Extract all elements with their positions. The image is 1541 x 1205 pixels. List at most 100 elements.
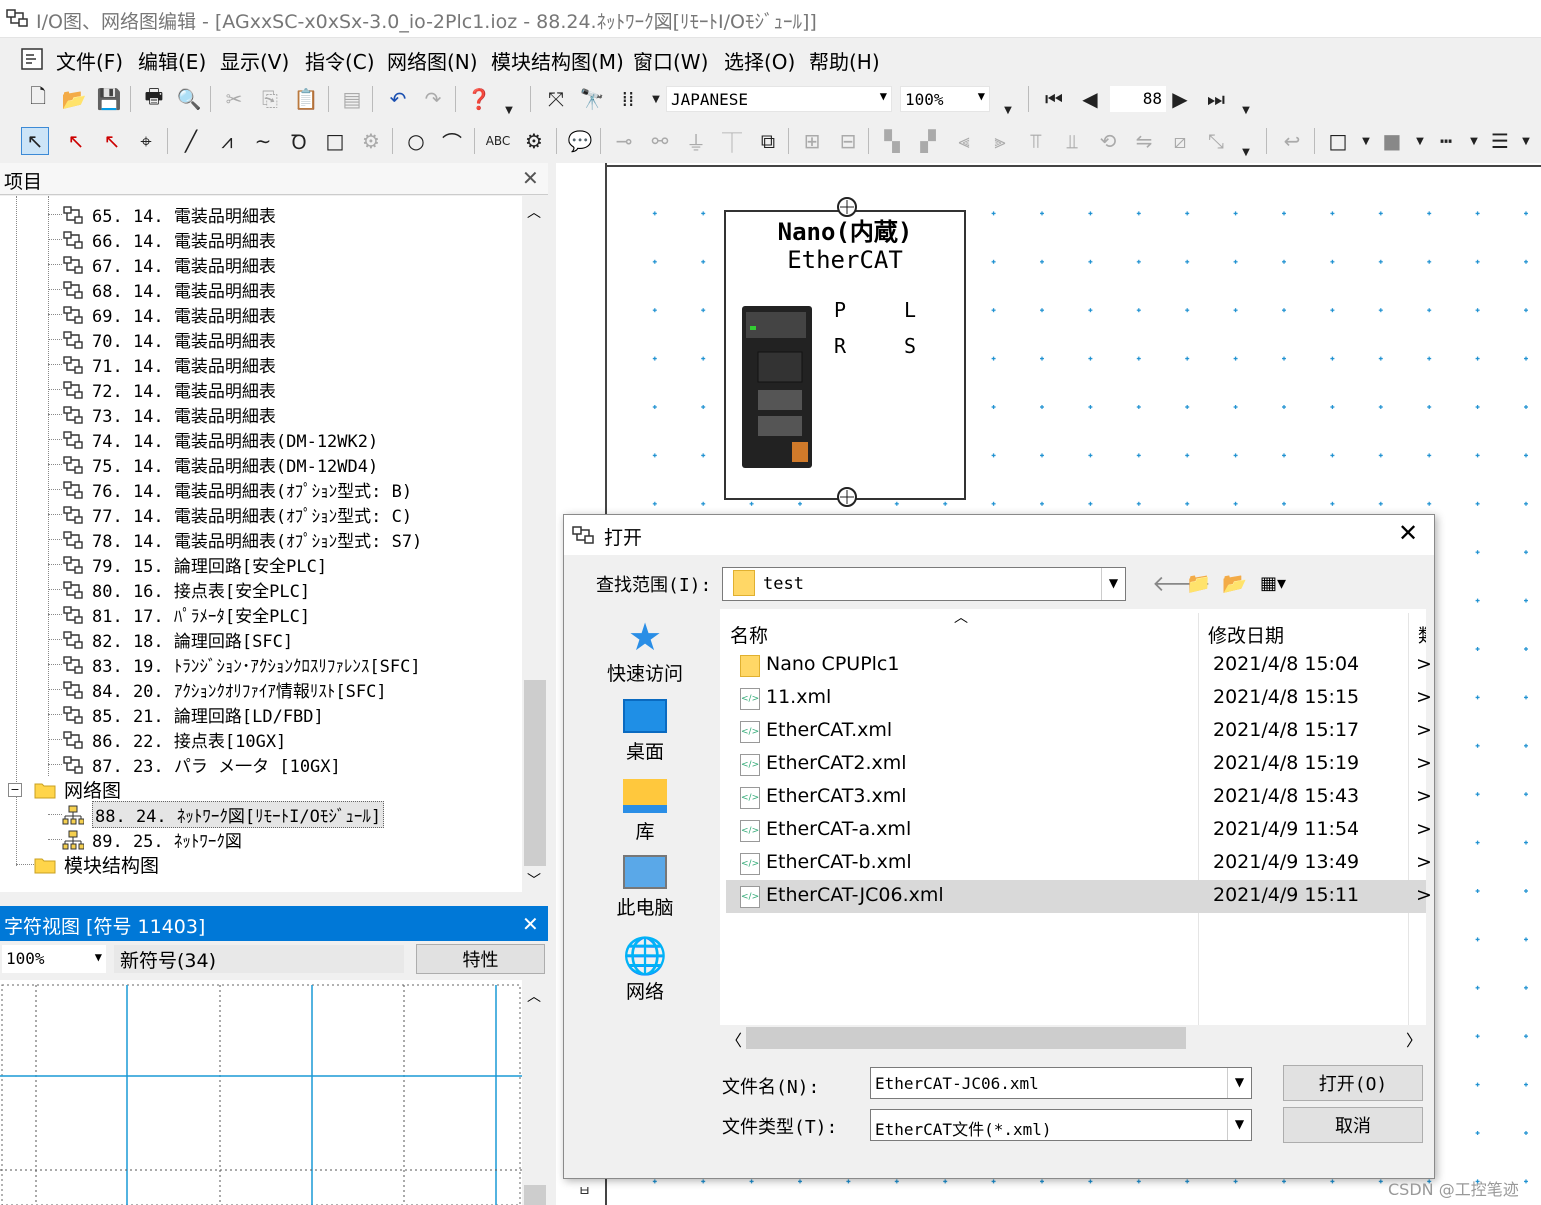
select-area-icon[interactable]: ↖ <box>98 127 126 155</box>
flip-icon[interactable]: ⇋ <box>1130 127 1158 155</box>
text-icon[interactable]: ABC <box>484 127 512 155</box>
menu-help[interactable]: 帮助(H) <box>809 46 880 75</box>
connect-icon[interactable]: ⊸ <box>610 127 638 155</box>
tree-item[interactable]: 80. 16. 接点表[安全PLC] <box>48 577 310 602</box>
zoom-fit-icon[interactable]: ⤧ <box>542 85 570 113</box>
bus-icon[interactable]: Ꝺ <box>285 127 313 155</box>
redo-icon[interactable]: ↷ <box>419 85 447 113</box>
line-width-dropdown-icon[interactable]: ▼ <box>1512 127 1540 155</box>
help-icon[interactable]: ❓ <box>465 85 493 113</box>
tree-item[interactable]: 82. 18. 論理回路[SFC] <box>48 627 293 652</box>
scroll-up-icon[interactable]: ︿ <box>527 202 541 222</box>
properties-button[interactable]: 特性 <box>416 944 545 974</box>
fill-color-icon[interactable]: ■ <box>1378 127 1406 155</box>
zoom-select[interactable]: 100% ▼ <box>900 86 990 112</box>
tree-folder-module-structure[interactable]: 模块结构图 <box>16 852 159 877</box>
tree-item[interactable]: 81. 17. ﾊﾟﾗﾒｰﾀ[安全PLC] <box>48 602 310 627</box>
tree-item[interactable]: 78. 14. 電装品明細表(ｵﾌﾟｼｮﾝ型式: S7) <box>48 527 422 552</box>
properties-icon[interactable]: ▤ <box>338 85 366 113</box>
last-page-icon[interactable]: ⏭ <box>1202 85 1230 113</box>
arrange-overflow-icon[interactable]: ▼ <box>1232 138 1260 166</box>
tree-item[interactable]: 86. 22. 接点表[10GX] <box>48 727 286 752</box>
group-icon[interactable]: ⊞ <box>798 127 826 155</box>
save-icon[interactable]: 💾 <box>95 85 123 113</box>
tree-item[interactable]: 70. 14. 電装品明細表 <box>48 327 276 352</box>
file-row[interactable]: Nano CPUPlc1 2021/4/8 15:04 > <box>726 649 1432 682</box>
comment-icon[interactable]: 💬 <box>566 127 594 155</box>
tree-item[interactable]: 68. 14. 電装品明細表 <box>48 277 276 302</box>
tree-item-network[interactable]: 89. 25. ﾈｯﾄﾜｰｸ図 <box>48 827 242 852</box>
view-menu-icon[interactable]: ▦▾ <box>1260 573 1286 594</box>
new-file-icon[interactable]: 🗋 <box>24 84 52 113</box>
file-list-hscrollbar[interactable]: 〈 〉 <box>720 1025 1426 1051</box>
chevron-down-icon[interactable]: ▼ <box>1101 568 1125 600</box>
tree-item[interactable]: 69. 14. 電装品明細表 <box>48 302 276 327</box>
scrollbar-thumb[interactable] <box>524 680 546 866</box>
crosshair-icon[interactable]: ⌖ <box>132 127 160 155</box>
tree-item[interactable]: 75. 14. 電装品明細表(DM-12WD4) <box>48 452 378 477</box>
open-folder-icon[interactable]: 📂 <box>60 85 88 113</box>
chevron-down-icon[interactable]: ▼ <box>1227 1110 1251 1140</box>
menu-command[interactable]: 指令(C) <box>305 46 375 75</box>
align-left-icon[interactable]: ⫷ <box>950 127 978 155</box>
file-row[interactable]: </> EtherCAT.xml 2021/4/8 15:17 > <box>726 715 1432 748</box>
paste-icon[interactable]: 📋 <box>292 85 320 113</box>
chevron-down-icon[interactable]: ▼ <box>1227 1068 1251 1098</box>
grid-icon[interactable]: ⁞⁞ <box>614 85 642 113</box>
tree-item[interactable]: 77. 14. 電装品明細表(ｵﾌﾟｼｮﾝ型式: C) <box>48 502 412 527</box>
file-row[interactable]: </> EtherCAT-b.xml 2021/4/9 13:49 > <box>726 847 1432 880</box>
file-row[interactable]: </> EtherCAT3.xml 2021/4/8 15:43 > <box>726 781 1432 814</box>
file-row[interactable]: </> EtherCAT2.xml 2021/4/8 15:19 > <box>726 748 1432 781</box>
next-page-icon[interactable]: ▶ <box>1166 85 1194 113</box>
line-style-icon[interactable]: ┅ <box>1432 127 1460 155</box>
line-width-icon[interactable]: ☰ <box>1486 127 1514 155</box>
page-number-field[interactable]: 88 <box>1110 86 1166 112</box>
filename-input[interactable]: EtherCAT-JC06.xml ▼ <box>870 1067 1252 1099</box>
place-desktop[interactable]: 桌面 <box>590 699 700 764</box>
menu-edit[interactable]: 编辑(E) <box>138 46 206 75</box>
branch-icon[interactable]: ⚯ <box>646 127 674 155</box>
menu-file[interactable]: 文件(F) <box>56 46 123 75</box>
symbol-icon[interactable]: ⚙ <box>357 127 385 155</box>
tree-item-network[interactable]: 88. 24. ﾈｯﾄﾜｰｸ図[ﾘﾓｰﾄI/Oﾓｼﾞｭｰﾙ] <box>48 801 385 828</box>
select-circle-icon[interactable]: ↖ <box>62 127 90 155</box>
column-type[interactable]: 類 <box>1418 621 1426 648</box>
place-this-pc[interactable]: 此电脑 <box>590 855 700 920</box>
curve-icon[interactable]: ∼ <box>249 127 277 155</box>
tree-item[interactable]: 67. 14. 電装品明細表 <box>48 252 276 277</box>
close-icon[interactable]: ✕ <box>522 166 539 190</box>
scroll-left-icon[interactable]: 〈 <box>726 1027 742 1051</box>
send-back-icon[interactable]: ▞ <box>914 127 942 155</box>
polyline-icon[interactable]: ⩘ <box>213 127 241 155</box>
collapse-icon[interactable]: − <box>8 782 22 797</box>
undo-icon[interactable]: ↶ <box>384 85 412 113</box>
tree-item[interactable]: 72. 14. 電装品明細表 <box>48 377 276 402</box>
close-icon[interactable]: ✕ <box>522 912 539 936</box>
place-network[interactable]: 🌐 网络 <box>590 935 700 1004</box>
line-icon[interactable]: ╱ <box>177 127 205 155</box>
select-pointer-icon[interactable]: ↖ <box>21 127 49 155</box>
column-date[interactable]: 修改日期 <box>1208 621 1284 648</box>
ungroup-icon[interactable]: ⊟ <box>834 127 862 155</box>
file-row[interactable]: </> EtherCAT-JC06.xml 2021/4/9 15:11 > <box>726 880 1432 913</box>
ethercat-module-block[interactable]: Nano(内蔵) EtherCAT P L R S <box>724 210 966 500</box>
print-preview-icon[interactable]: 🔍 <box>175 85 203 113</box>
return-icon[interactable]: ↩ <box>1278 127 1306 155</box>
circle-icon[interactable]: ○ <box>402 127 430 155</box>
tree-item[interactable]: 87. 23. パラ メ一タ [10GX] <box>48 752 341 777</box>
place-library[interactable]: 库 <box>590 779 700 844</box>
menu-window[interactable]: 窗口(W) <box>633 46 708 75</box>
language-select[interactable]: JAPANESE ▼ <box>666 86 892 112</box>
junction-icon[interactable]: ⏉ <box>718 127 746 155</box>
tree-folder-network[interactable]: − 网络图 <box>8 777 121 802</box>
fill-dropdown-icon[interactable]: ▼ <box>1406 127 1434 155</box>
file-row[interactable]: </> EtherCAT-a.xml 2021/4/9 11:54 > <box>726 814 1432 847</box>
new-folder-icon[interactable]: 📂 <box>1222 571 1247 595</box>
column-name[interactable]: 名称 <box>730 621 768 648</box>
scrollbar-thumb[interactable] <box>746 1027 1186 1049</box>
line-style-dropdown-icon[interactable]: ▼ <box>1460 127 1488 155</box>
first-page-icon[interactable]: ⏮ <box>1040 85 1068 113</box>
open-button[interactable]: 打开(O) <box>1283 1065 1423 1101</box>
menu-view[interactable]: 显示(V) <box>220 46 289 75</box>
place-quick-access[interactable]: ★ 快速访问 <box>590 615 700 686</box>
